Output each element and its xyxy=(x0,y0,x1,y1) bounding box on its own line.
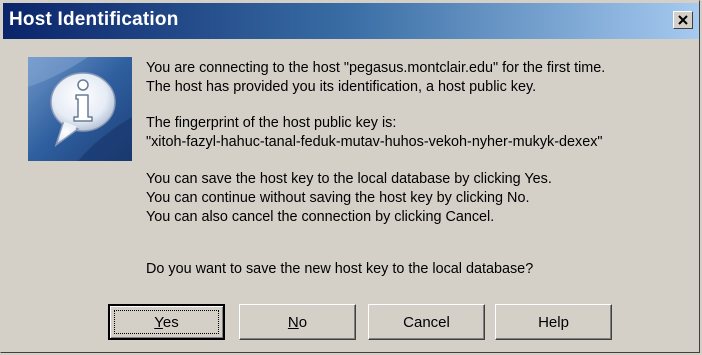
message-line-yes: You can save the host key to the local d… xyxy=(146,171,552,187)
host-identification-dialog: Host Identification You are connecting t… xyxy=(0,0,700,353)
close-icon xyxy=(678,15,688,25)
cancel-button[interactable]: Cancel xyxy=(368,304,485,340)
no-button[interactable]: No xyxy=(239,304,356,340)
fingerprint-value: "xitoh-fazyl-hahuc-tanal-feduk-mutav-huh… xyxy=(146,134,603,150)
yes-button[interactable]: Yes xyxy=(108,304,225,340)
fingerprint-label: The fingerprint of the host public key i… xyxy=(146,115,397,131)
message-text: You are connecting to the host "pegasus.… xyxy=(146,59,694,227)
info-speech-bubble-icon xyxy=(28,57,132,161)
close-button[interactable] xyxy=(673,11,693,29)
message-line-no: You can continue without saving the host… xyxy=(146,190,530,206)
question-text: Do you want to save the new host key to … xyxy=(146,261,534,277)
message-line-1: You are connecting to the host "pegasus.… xyxy=(146,60,606,76)
message-line-cancel: You can also cancel the connection by cl… xyxy=(146,209,495,225)
title-bar[interactable]: Host Identification xyxy=(3,3,699,39)
message-line-2: The host has provided you its identifica… xyxy=(146,79,537,95)
window-title: Host Identification xyxy=(9,9,179,30)
help-button[interactable]: Help xyxy=(495,304,612,340)
